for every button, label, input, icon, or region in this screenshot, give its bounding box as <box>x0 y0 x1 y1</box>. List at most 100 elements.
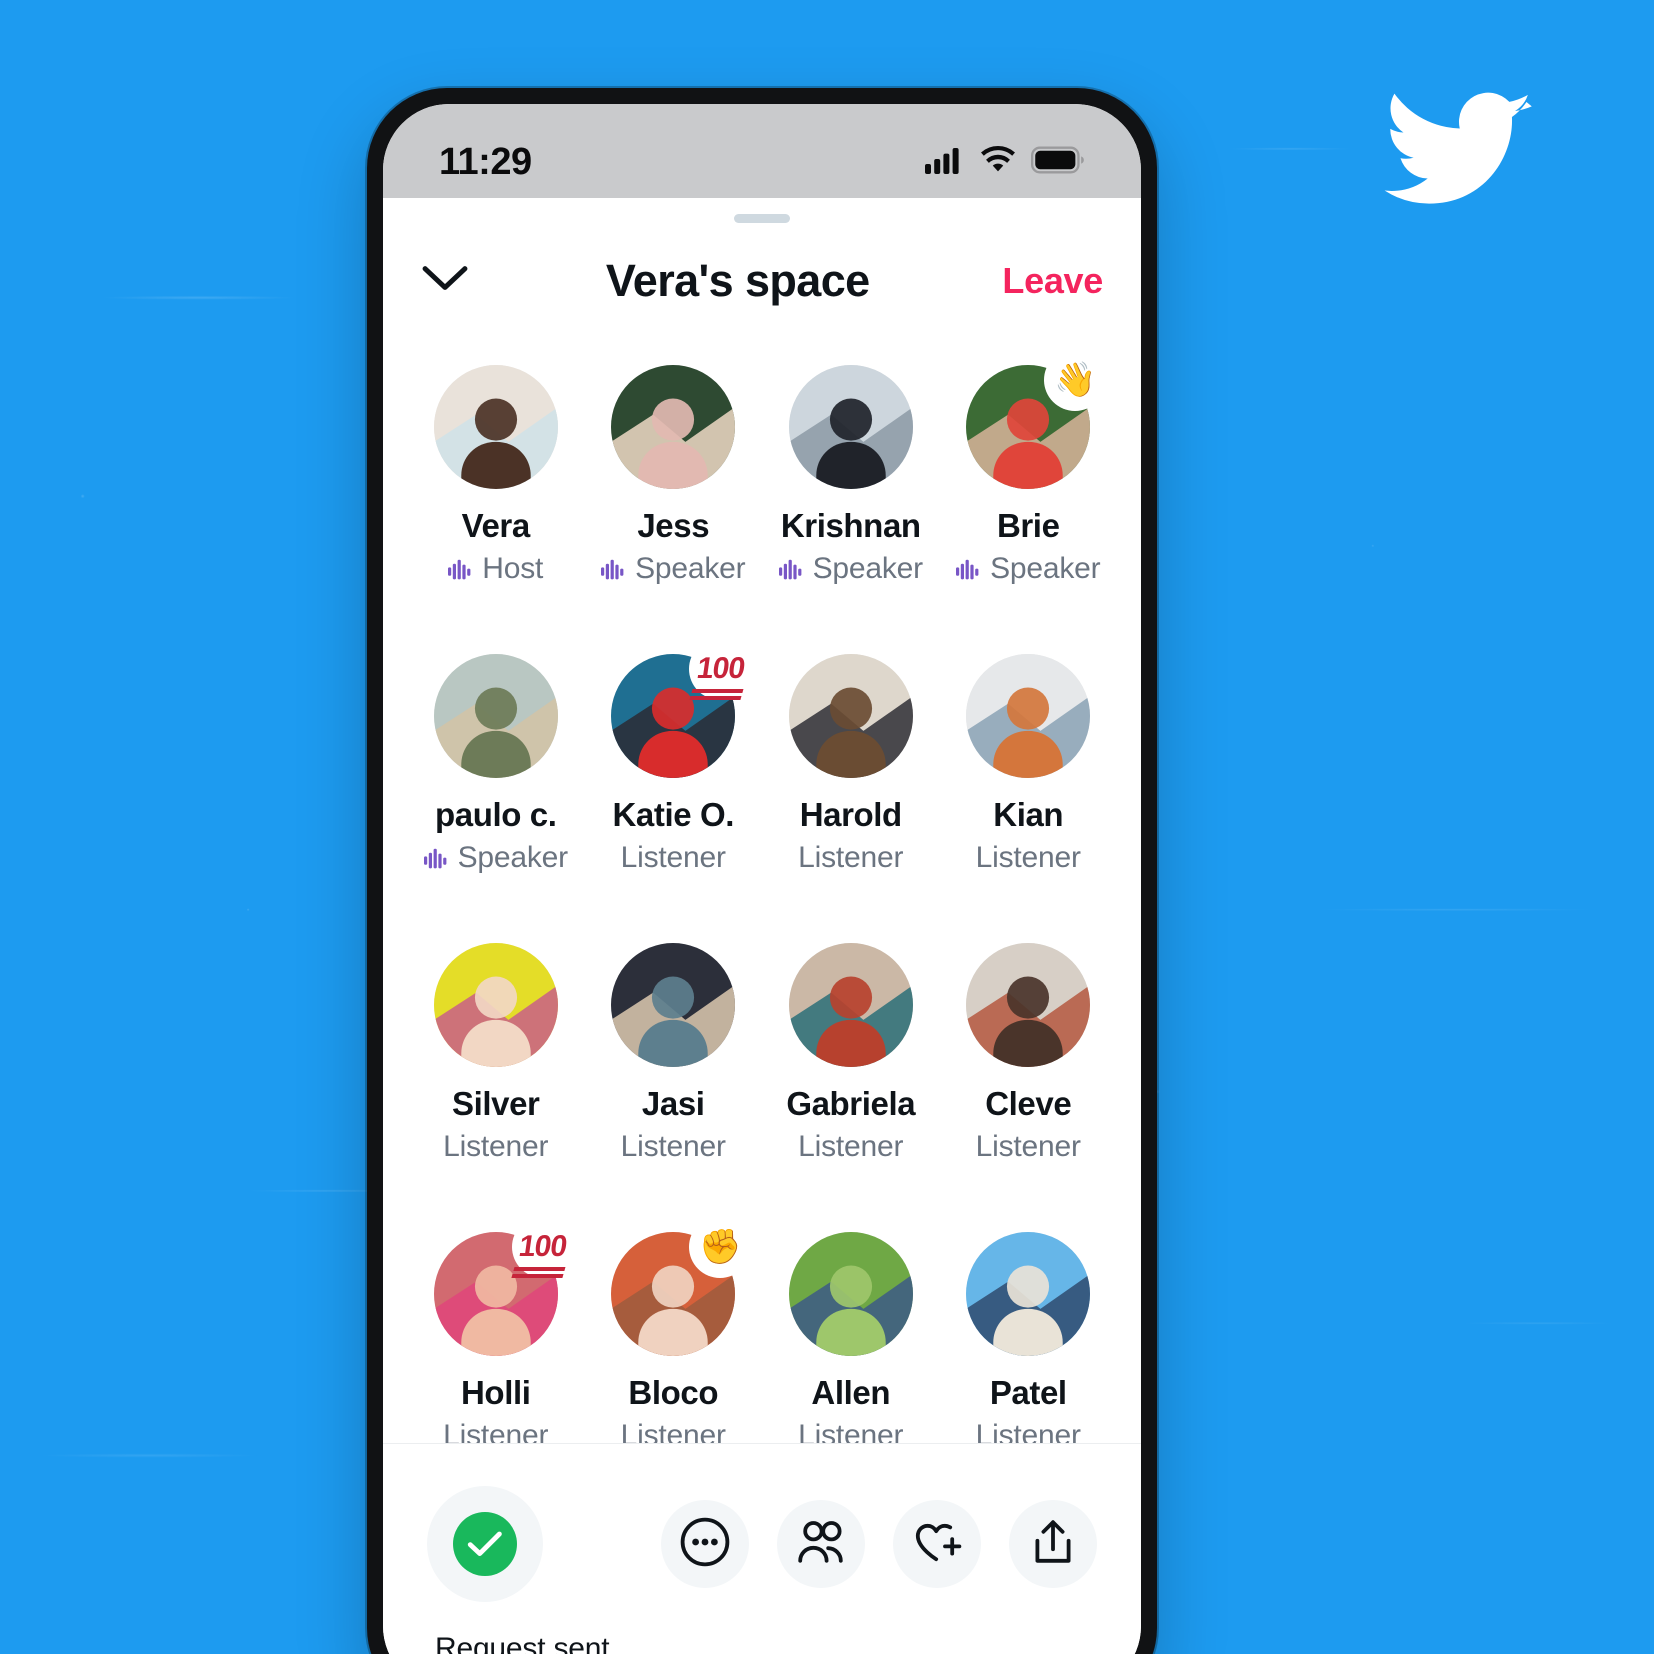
avatar-wrap[interactable] <box>433 654 558 778</box>
participant-card[interactable]: Silver Listener <box>407 943 585 1164</box>
participant-role: Listener <box>585 1130 763 1164</box>
participant-name: Kian <box>993 796 1064 833</box>
participant-name: Allen <box>811 1374 891 1411</box>
participant-role: Listener <box>407 1130 585 1164</box>
participant-name: Cleve <box>985 1085 1072 1122</box>
sheet-grabber[interactable] <box>734 214 790 223</box>
participant-role-label: Speaker <box>990 552 1101 585</box>
participant-role: Host <box>407 552 585 586</box>
status-time: 11:29 <box>439 140 532 183</box>
participant-name: Jasi <box>641 1085 705 1122</box>
avatar-wrap[interactable] <box>966 943 1091 1067</box>
participant-role: Speaker <box>407 841 585 875</box>
participant-card[interactable]: Patel Listener <box>940 1232 1118 1443</box>
avatar-wrap[interactable] <box>611 943 736 1067</box>
status-indicators <box>925 145 1085 179</box>
participant-card[interactable]: Kian Listener <box>940 654 1118 875</box>
hundred-points-emoji: 100 <box>689 638 752 700</box>
avatar-wrap[interactable] <box>788 365 913 489</box>
avatar-wrap[interactable]: 100 <box>611 638 752 778</box>
page-title: Vera's space <box>605 255 870 306</box>
participant-card[interactable]: Vera Host <box>407 365 585 586</box>
participant-role-label: Listener <box>620 841 726 874</box>
avatar-wrap[interactable] <box>966 1232 1091 1356</box>
raised-fist-emoji: ✊ <box>689 1216 752 1278</box>
participant-role-label: Speaker <box>635 552 746 585</box>
avatar-wrap[interactable] <box>611 365 736 489</box>
participants-area[interactable]: Vera Host Jess Speaker Krishnan Speaker … <box>383 335 1141 1443</box>
collapse-button[interactable] <box>417 253 473 309</box>
status-text: Request sent <box>435 1632 610 1654</box>
more-horizontal-circle-icon <box>679 1516 731 1573</box>
audio-waveform-icon <box>956 557 982 581</box>
avatar <box>433 943 558 1067</box>
participant-role-label: Listener <box>798 1130 904 1163</box>
wifi-icon <box>979 145 1017 179</box>
people-button[interactable] <box>777 1500 865 1588</box>
grid-fade <box>383 1433 1141 1443</box>
avatar-wrap[interactable]: 100 <box>433 1216 574 1356</box>
twitter-bird-icon <box>1384 88 1534 213</box>
avatar <box>433 654 558 778</box>
participant-card[interactable]: Gabriela Listener <box>762 943 940 1164</box>
avatar-wrap[interactable] <box>966 654 1091 778</box>
participant-name: Gabriela <box>786 1085 916 1122</box>
share-button[interactable] <box>1009 1500 1097 1588</box>
participant-card[interactable]: paulo c. Speaker <box>407 654 585 875</box>
more-button[interactable] <box>661 1500 749 1588</box>
avatar <box>788 1232 913 1356</box>
participant-card[interactable]: Harold Listener <box>762 654 940 875</box>
avatar <box>966 1232 1091 1356</box>
participant-role-label: Speaker <box>812 552 924 585</box>
participant-role: Speaker <box>762 552 940 586</box>
status-bar: 11:29 <box>383 104 1141 198</box>
participant-name: paulo c. <box>435 796 557 833</box>
avatar <box>966 943 1091 1067</box>
avatar <box>788 365 913 489</box>
avatar-wrap[interactable] <box>433 365 558 489</box>
avatar-wrap[interactable] <box>433 943 558 1067</box>
participant-role-label: Speaker <box>457 841 569 874</box>
avatar-wrap[interactable]: ✊ <box>611 1216 752 1356</box>
leave-button[interactable]: Leave <box>1002 260 1107 302</box>
participant-role-label: Listener <box>975 841 1081 874</box>
phone-mockup: 11:29 Vera's space Leave Vera Host Jess … <box>367 88 1157 1654</box>
participant-card[interactable]: 100 Katie O. Listener <box>585 638 763 875</box>
participant-card[interactable]: Cleve Listener <box>940 943 1118 1164</box>
chevron-down-icon <box>422 265 468 298</box>
participant-card[interactable]: Jess Speaker <box>585 365 763 586</box>
avatar-wrap[interactable] <box>788 654 913 778</box>
participant-card[interactable]: Jasi Listener <box>585 943 763 1164</box>
participant-role-label: Listener <box>798 841 904 874</box>
phone-screen: 11:29 Vera's space Leave Vera Host Jess … <box>383 104 1141 1654</box>
participant-card[interactable]: 100 Holli Listener <box>407 1216 585 1443</box>
participant-card[interactable]: Krishnan Speaker <box>762 365 940 586</box>
participant-name: Vera <box>461 507 531 544</box>
avatar-wrap[interactable] <box>788 943 913 1067</box>
participant-card[interactable]: 👋 Brie Speaker <box>940 349 1118 586</box>
avatar-wrap[interactable] <box>788 1232 913 1356</box>
participant-card[interactable]: Allen Listener <box>762 1232 940 1443</box>
participant-role: Listener <box>940 1130 1118 1164</box>
participant-name: Brie <box>996 507 1060 544</box>
participant-name: Patel <box>989 1374 1067 1411</box>
toolbar-row <box>427 1486 1097 1602</box>
waving-hand-emoji: 👋 <box>1044 349 1107 411</box>
participant-role-label: Listener <box>443 1130 549 1163</box>
reaction-button[interactable] <box>893 1500 981 1588</box>
participant-card[interactable]: ✊ Bloco Listener <box>585 1216 763 1443</box>
mic-request-button[interactable] <box>427 1486 543 1602</box>
participant-role: Listener <box>940 841 1118 875</box>
avatar <box>611 943 736 1067</box>
audio-waveform-icon <box>423 846 450 870</box>
participants-grid: Vera Host Jess Speaker Krishnan Speaker … <box>383 335 1141 1443</box>
avatar-wrap[interactable]: 👋 <box>966 349 1107 489</box>
bottom-toolbar: Request sent <box>383 1443 1141 1654</box>
avatar <box>788 943 913 1067</box>
avatar <box>433 365 558 489</box>
audio-waveform-icon <box>448 557 474 581</box>
cellular-bars-icon <box>925 146 965 179</box>
battery-full-icon <box>1031 146 1085 179</box>
participant-role: Listener <box>585 841 763 875</box>
participant-name: Bloco <box>628 1374 719 1411</box>
